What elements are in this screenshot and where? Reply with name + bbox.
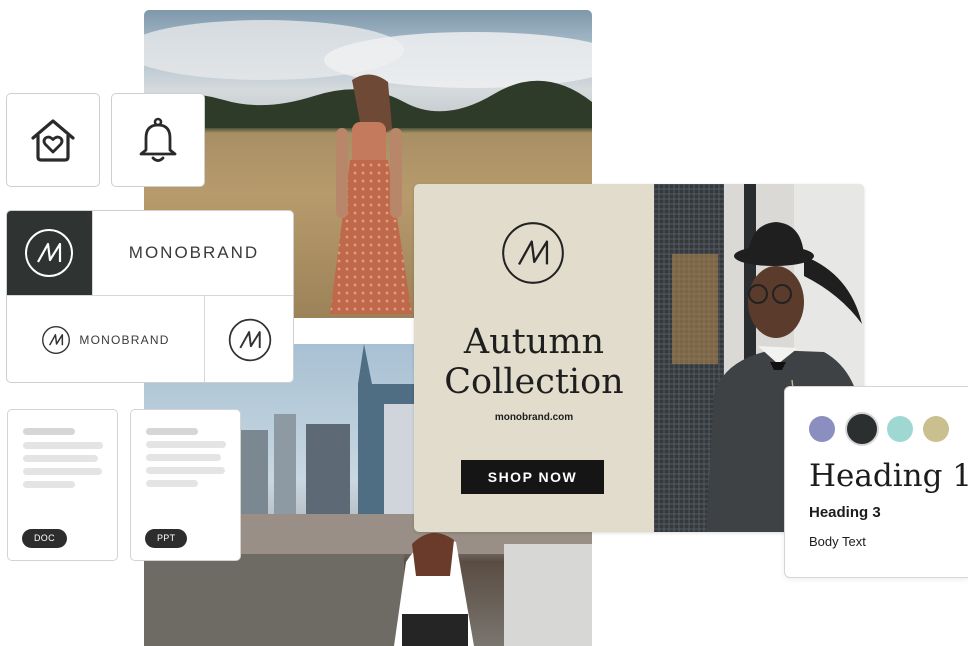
m-monogram-icon: [502, 222, 564, 284]
heading-3-sample: Heading 3: [809, 504, 881, 521]
text-line: [23, 455, 98, 462]
ppt-file-card[interactable]: PPT: [130, 409, 241, 561]
wordmark-tile: MONOBRAND: [92, 211, 293, 295]
ad-title: Autumn Collection: [414, 322, 654, 402]
m-monogram-small-icon: [42, 326, 71, 354]
dark-logo-tile: [7, 211, 92, 295]
monogram-tile: [205, 296, 293, 382]
ad-url: monobrand.com: [494, 412, 574, 423]
text-line: [23, 428, 75, 435]
wordmark-small: MONOBRAND: [79, 333, 170, 347]
logo-lockup-tile: MONOBRAND: [7, 296, 204, 382]
doc-badge: DOC: [22, 529, 67, 548]
style-guide-card[interactable]: Heading 1 Heading 3 Body Text: [784, 386, 968, 578]
color-swatch-1[interactable]: [809, 416, 835, 442]
text-line: [23, 442, 103, 449]
bell-icon: [139, 117, 177, 162]
text-line: [23, 468, 102, 475]
house-heart-icon: [31, 119, 75, 162]
m-monogram-outline-icon: [228, 318, 272, 362]
text-line: [146, 467, 225, 474]
house-heart-tile[interactable]: [6, 93, 100, 187]
ad-title-line-1: Autumn: [463, 322, 605, 362]
color-swatch-4[interactable]: [923, 416, 949, 442]
color-swatch-3[interactable]: [887, 416, 913, 442]
text-line: [146, 480, 198, 487]
ad-title-line-2: Collection: [444, 362, 624, 402]
text-line: [146, 441, 226, 448]
body-text-sample: Body Text: [809, 534, 866, 549]
brand-logo-board[interactable]: MONOBRAND MONOBRAND: [6, 210, 294, 383]
bell-tile[interactable]: [111, 93, 205, 187]
color-swatch-2[interactable]: [845, 412, 879, 446]
m-monogram-icon: [25, 229, 73, 277]
heading-1-sample: Heading 1: [809, 458, 968, 494]
ppt-badge: PPT: [145, 529, 188, 548]
text-line: [146, 428, 198, 435]
doc-file-card[interactable]: DOC: [7, 409, 118, 561]
shop-now-button[interactable]: SHOP NOW: [461, 460, 604, 494]
text-line: [23, 481, 75, 488]
text-line: [146, 454, 221, 461]
wordmark-main: MONOBRAND: [128, 243, 260, 262]
